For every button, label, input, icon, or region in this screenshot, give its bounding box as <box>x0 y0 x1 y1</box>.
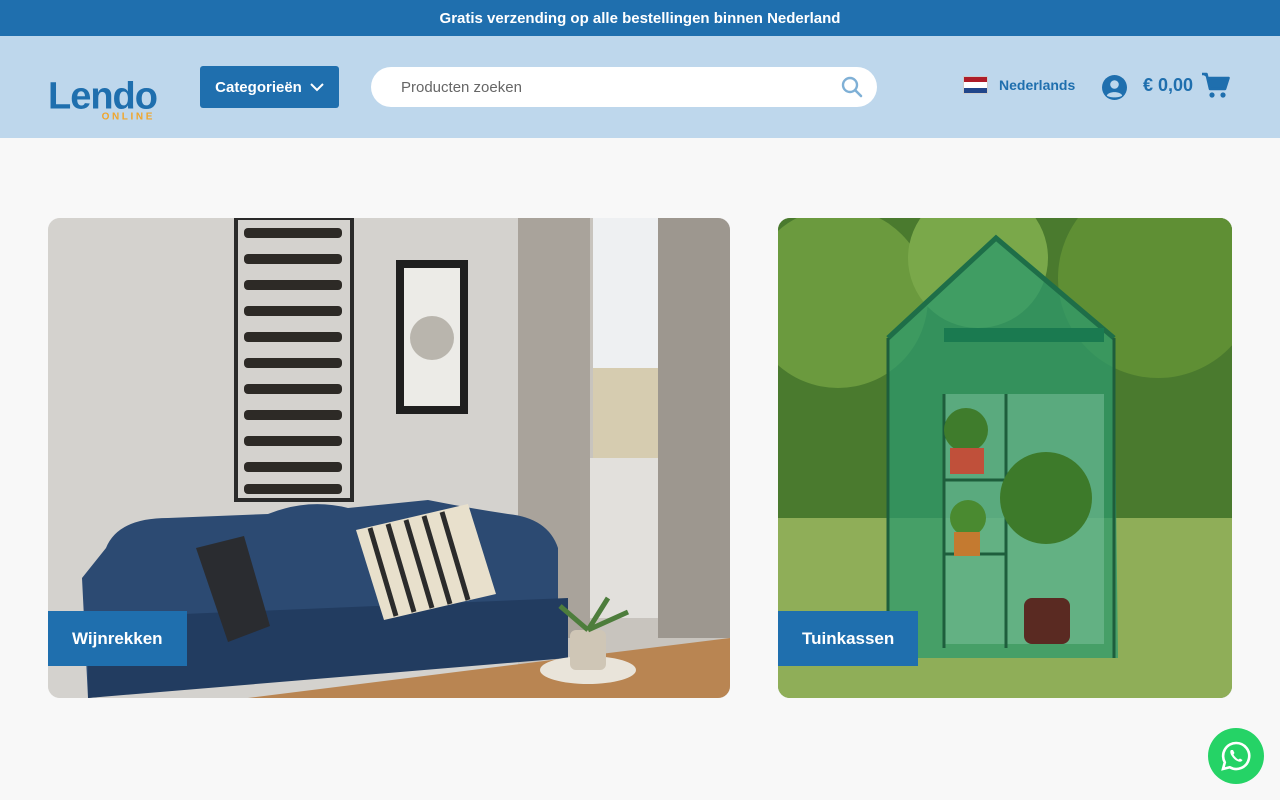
category-card-wijnrekken[interactable]: Wijnrekken <box>48 218 730 698</box>
categories-button[interactable]: Categorieën <box>200 66 339 108</box>
categories-label: Categorieën <box>215 78 302 96</box>
user-icon[interactable] <box>1102 75 1127 100</box>
language-selector[interactable]: Nederlands <box>963 76 1075 94</box>
category-label-wijnrekken[interactable]: Wijnrekken <box>48 611 187 666</box>
whatsapp-button[interactable] <box>1208 728 1264 784</box>
cart-button[interactable]: € 0,00 <box>1143 72 1231 99</box>
category-card-tuinkassen[interactable]: Tuinkassen <box>778 218 1232 698</box>
netherlands-flag-icon <box>963 76 988 94</box>
chevron-down-icon <box>310 82 324 91</box>
site-header: Lendo ONLINE Categorieën Nederlands € 0,… <box>0 36 1280 138</box>
announcement-bar: Gratis verzending op alle bestellingen b… <box>0 0 1280 36</box>
logo[interactable]: Lendo ONLINE <box>48 75 158 123</box>
whatsapp-icon <box>1221 741 1251 771</box>
cart-total: € 0,00 <box>1143 75 1194 95</box>
cart-icon <box>1202 72 1230 98</box>
search-bar <box>371 67 877 107</box>
search-input[interactable] <box>401 78 841 96</box>
category-label-tuinkassen[interactable]: Tuinkassen <box>778 611 919 666</box>
announcement-text: Gratis verzending op alle bestellingen b… <box>439 9 841 27</box>
logo-main-text: Lendo <box>48 75 158 118</box>
language-label: Nederlands <box>999 77 1076 93</box>
search-icon[interactable] <box>841 76 863 98</box>
logo-sub-text: ONLINE <box>101 111 155 123</box>
